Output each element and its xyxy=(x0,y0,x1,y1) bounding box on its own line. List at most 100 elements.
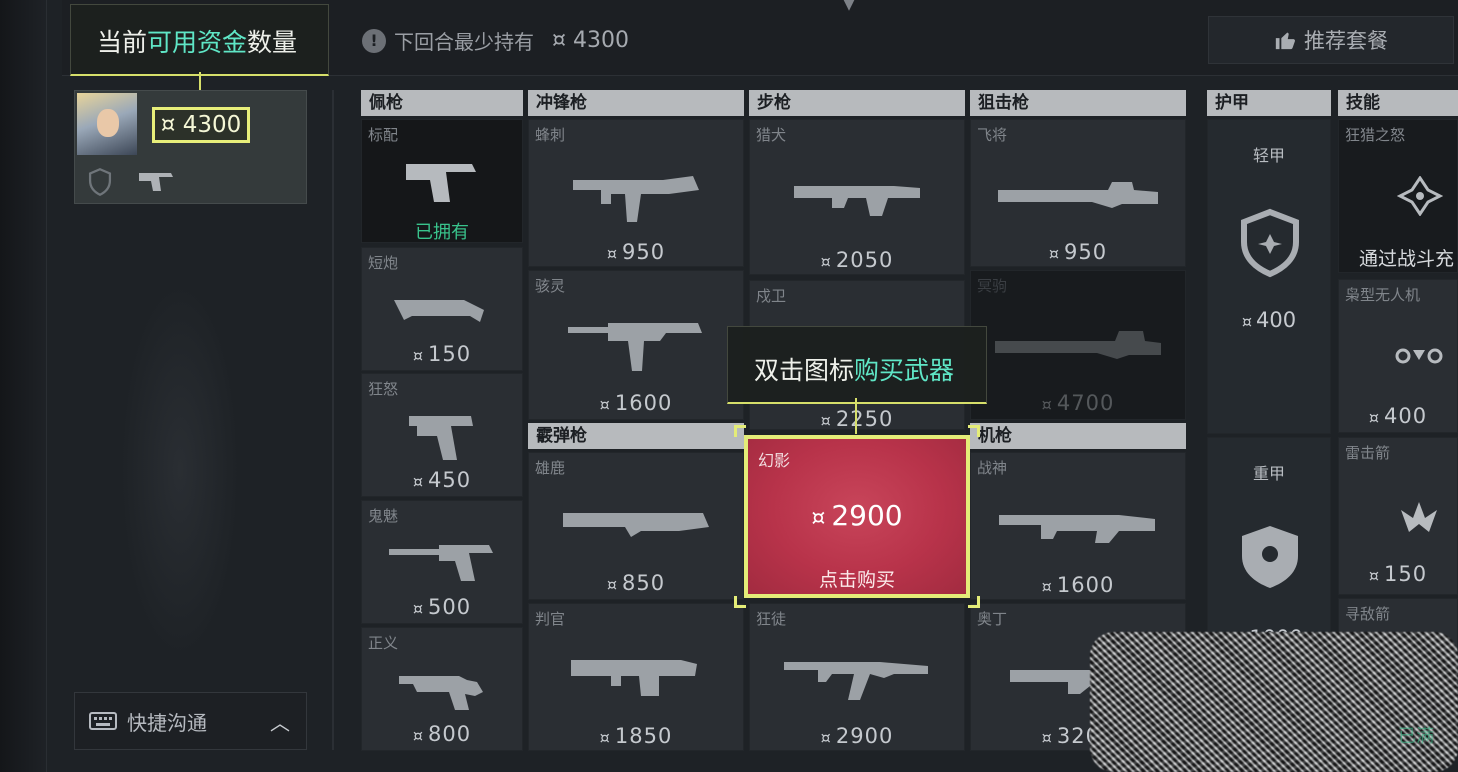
header-sidearms: 佩枪 xyxy=(361,90,523,116)
weapon-card-ghost[interactable]: 鬼魅 ¤ 500 xyxy=(361,500,523,624)
weapon-price: ¤ 1850 xyxy=(599,724,673,748)
armor-name: 重甲 xyxy=(1252,464,1285,483)
weapon-card-bucky[interactable]: 雄鹿 ¤ 850 xyxy=(528,452,744,600)
header-rifles: 步枪 xyxy=(749,90,965,116)
header-snipers: 狙击枪 xyxy=(970,90,1186,116)
focus-corner xyxy=(968,425,980,437)
player-credits: ¤ 4300 xyxy=(152,107,250,143)
shock-bolt-icon xyxy=(1401,502,1437,532)
ability-name: 寻敌箭 xyxy=(1345,605,1391,623)
heavy-sniper-icon xyxy=(995,331,1161,359)
ability-card-shock-bolt[interactable]: 雷击箭 ¤ 150 xyxy=(1338,437,1458,595)
weapon-name: 标配 xyxy=(368,126,399,144)
weapon-name: 判官 xyxy=(535,610,566,628)
weapon-name: 戍卫 xyxy=(756,287,787,305)
buy-tip-connector xyxy=(855,398,857,434)
smg-icon xyxy=(568,323,702,371)
thumbs-up-icon xyxy=(1275,32,1295,50)
weapon-price: ¤ 2900 xyxy=(820,724,894,748)
weapon-card-operator[interactable]: 冥驹 ¤ 4700 xyxy=(970,270,1186,420)
hunters-fury-icon xyxy=(1397,176,1443,216)
weapon-card-vandal[interactable]: 狂徒 ¤ 2900 xyxy=(749,603,965,751)
funds-tip-suffix: 数量 xyxy=(247,28,298,57)
weapon-name: 鬼魅 xyxy=(368,507,399,525)
player-card[interactable]: ¤ 4300 xyxy=(74,90,307,204)
rifle-icon xyxy=(794,186,920,216)
keyboard-icon xyxy=(89,712,117,730)
chevron-up-icon: ︿ xyxy=(270,710,290,735)
min-hold-info: ! 下回合最少持有 ¤ 4300 xyxy=(362,26,629,55)
recommend-label: 推荐套餐 xyxy=(1304,29,1388,53)
click-to-buy-label: 点击购买 xyxy=(818,569,895,591)
weapon-name: 骇灵 xyxy=(535,277,566,295)
header-shotguns: 霰弹枪 xyxy=(528,423,744,449)
machine-pistol-icon xyxy=(409,416,473,460)
shotgun-icon xyxy=(563,513,709,537)
weapon-price: ¤ 850 xyxy=(606,571,666,595)
light-shield-icon xyxy=(1241,208,1299,278)
pistol-icon xyxy=(406,164,476,202)
top-notch-icon: ▼ xyxy=(843,0,855,13)
smg-icon xyxy=(573,176,699,222)
funds-tooltip: 当前可用资金数量 xyxy=(70,4,329,76)
weapon-name: 飞将 xyxy=(977,126,1008,144)
weapon-card-marshal[interactable]: 飞将 ¤ 950 xyxy=(970,119,1186,267)
weapon-card-bulldog[interactable]: 猎犬 ¤ 2050 xyxy=(749,119,965,275)
header-abilities: 技能 xyxy=(1338,90,1458,116)
ability-name: 雷击箭 xyxy=(1345,444,1391,462)
weapon-card-classic[interactable]: 标配 已拥有 xyxy=(361,119,523,243)
ability-card-owl-drone[interactable]: 枭型无人机 ¤ 400 xyxy=(1338,279,1458,433)
assault-rifle-icon xyxy=(784,662,928,700)
weapon-name: 短炮 xyxy=(368,254,399,272)
buy-tip-prefix: 双击图标 xyxy=(754,356,855,385)
quick-chat-button[interactable]: 快捷沟通 ︿ xyxy=(74,692,307,750)
weapon-card-shorty[interactable]: 短炮 ¤ 150 xyxy=(361,247,523,371)
ability-name: 狂猎之怒 xyxy=(1345,126,1406,144)
recommend-loadout-button[interactable]: 推荐套餐 xyxy=(1208,16,1454,64)
weapon-name: 奥丁 xyxy=(977,610,1008,628)
silenced-pistol-icon xyxy=(389,545,493,581)
focus-corner xyxy=(734,425,746,437)
armor-name: 轻甲 xyxy=(1252,146,1285,165)
warning-icon: ! xyxy=(362,28,386,53)
heavy-shield-icon xyxy=(1242,526,1298,588)
weapon-card-phantom[interactable]: 幻影 ¤ 2900 点击购买 xyxy=(744,435,970,598)
weapon-price: ¤ 1600 xyxy=(599,391,673,415)
weapon-price: ¤ 950 xyxy=(606,240,666,264)
weapon-card-frenzy[interactable]: 狂怒 ¤ 450 xyxy=(361,373,523,497)
agent-avatar xyxy=(77,93,137,155)
weapon-card-ares[interactable]: 战神 ¤ 1600 xyxy=(970,452,1186,600)
quick-chat-label: 快捷沟通 xyxy=(127,710,207,735)
weapon-card-spectre[interactable]: 骇灵 ¤ 1600 xyxy=(528,270,744,420)
agent-silhouette xyxy=(120,280,240,660)
funds-tip-prefix: 当前 xyxy=(97,28,148,57)
weapon-name: 幻影 xyxy=(758,451,791,470)
min-hold-label: 下回合最少持有 xyxy=(394,30,534,54)
shotgun-pistol-icon xyxy=(394,300,484,322)
header-mgs: 机枪 xyxy=(970,423,1186,449)
ability-name: 枭型无人机 xyxy=(1345,286,1421,304)
owl-drone-icon xyxy=(1395,348,1443,364)
weapon-name: 战神 xyxy=(977,459,1008,477)
weapon-name: 雄鹿 xyxy=(535,459,566,477)
buy-weapon-tooltip: 双击图标购买武器 xyxy=(727,326,987,404)
ability-price: ¤ 400 xyxy=(1368,404,1428,428)
weapon-name: 狂徒 xyxy=(756,610,787,628)
weapon-price: ¤ 2900 xyxy=(811,499,903,532)
weapon-price: ¤ 1600 xyxy=(1041,573,1115,597)
weapon-name: 猎犬 xyxy=(756,126,787,144)
weapon-name: 冥驹 xyxy=(977,277,1008,295)
weapon-price: ¤ 500 xyxy=(412,595,472,619)
ability-card-ultimate[interactable]: 狂猎之怒 通过战斗充 xyxy=(1338,119,1458,273)
sniper-rifle-icon xyxy=(998,182,1158,208)
focus-corner xyxy=(968,596,980,608)
armor-card-light[interactable]: 轻甲 ¤ 400 xyxy=(1207,119,1331,434)
header-smgs: 冲锋枪 xyxy=(528,90,744,116)
weapon-card-stinger[interactable]: 蜂刺 ¤ 950 xyxy=(528,119,744,267)
focus-corner xyxy=(734,596,746,608)
weapon-price: ¤ 2050 xyxy=(820,248,894,272)
weapon-card-sheriff[interactable]: 正义 ¤ 800 xyxy=(361,627,523,751)
revolver-icon xyxy=(399,676,483,710)
ability-note: 通过战斗充 xyxy=(1359,248,1455,270)
weapon-card-judge[interactable]: 判官 ¤ 1850 xyxy=(528,603,744,751)
